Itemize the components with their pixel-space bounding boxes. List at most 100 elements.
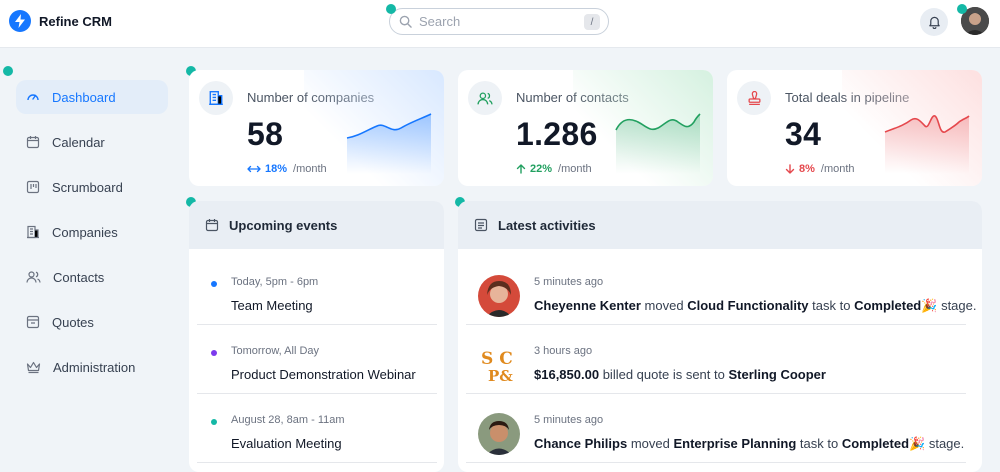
company-logo: S C P& — [478, 344, 520, 386]
stat-card-companies: Number of companies 58 18% /month — [189, 70, 444, 186]
activity-target: Completed — [854, 298, 922, 313]
panel-header: Latest activities — [458, 201, 982, 249]
svg-text:P&: P& — [488, 367, 513, 385]
scrumboard-icon — [26, 180, 40, 194]
sidebar-nav: Dashboard Calendar Scrumboard Companies … — [16, 80, 168, 395]
activity-verb: moved — [644, 298, 684, 313]
activity-verb: moved — [630, 436, 670, 451]
sidebar-item-contacts[interactable]: Contacts — [16, 260, 168, 294]
activity-tail: stage. — [928, 436, 965, 451]
building-icon — [27, 225, 39, 239]
activity-time: 5 minutes ago — [534, 414, 604, 426]
lightning-logo-icon — [9, 10, 31, 32]
event-title: Evaluation Meeting — [231, 436, 342, 451]
sidebar-item-label: Scrumboard — [52, 179, 123, 195]
event-color-dot — [211, 350, 217, 356]
crown-icon — [26, 361, 41, 374]
svg-text:S C: S C — [481, 349, 513, 369]
stamp-icon — [737, 81, 771, 115]
search-box[interactable]: / — [389, 8, 609, 35]
trend-percent: 22% — [530, 163, 553, 175]
event-title: Product Demonstration Webinar — [231, 367, 416, 382]
event-color-dot — [211, 281, 217, 287]
brand[interactable]: Refine CRM — [9, 10, 112, 32]
building-icon — [199, 81, 233, 115]
activity-amount: $16,850.00 — [534, 367, 600, 382]
panel-title: Upcoming events — [229, 217, 338, 233]
party-icon: 🎉 — [921, 298, 938, 313]
trend-percent: 18% — [265, 163, 288, 175]
sidebar-item-label: Dashboard — [52, 89, 116, 105]
activity-time: 3 hours ago — [534, 345, 593, 357]
event-time: August 28, 8am - 11am — [231, 414, 345, 426]
search-icon — [399, 15, 412, 28]
sidebar-item-label: Companies — [52, 224, 118, 240]
event-item[interactable]: August 28, 8am - 11am Evaluation Meeting — [197, 394, 437, 463]
notifications-button[interactable] — [920, 8, 948, 36]
trend-percent: 8% — [799, 163, 815, 175]
activity-mid: task to — [812, 298, 851, 313]
sidebar-item-calendar[interactable]: Calendar — [16, 125, 168, 159]
marker-dot — [3, 66, 13, 76]
event-time: Tomorrow, All Day — [231, 345, 320, 357]
stat-value: 58 — [247, 116, 284, 152]
panel-title: Latest activities — [498, 217, 596, 233]
users-icon — [26, 271, 41, 283]
activity-text: $16,850.00 billed quote is sent to Sterl… — [534, 367, 826, 382]
search-input[interactable] — [419, 14, 579, 29]
panel-header: Upcoming events — [189, 201, 444, 249]
app-name: Refine CRM — [39, 13, 112, 29]
activity-text: Chance Philips moved Enterprise Planning… — [534, 436, 964, 452]
event-title: Team Meeting — [231, 298, 313, 313]
sidebar-item-label: Calendar — [52, 134, 105, 150]
activity-verb: billed quote is sent to — [602, 367, 725, 382]
list-icon — [474, 218, 488, 232]
activity-object: Sterling Cooper — [728, 367, 826, 382]
sidebar-item-label: Contacts — [53, 269, 105, 285]
stat-card-deals: Total deals in pipeline 34 8% /month — [727, 70, 982, 186]
activity-actor: Cheyenne Kenter — [534, 298, 641, 313]
activity-object: Enterprise Planning — [673, 436, 797, 451]
activity-object: Cloud Functionality — [687, 298, 809, 313]
calendar-icon — [205, 219, 219, 232]
event-time: Today, 5pm - 6pm — [231, 276, 319, 288]
sidebar-item-quotes[interactable]: Quotes — [16, 305, 168, 339]
activity-text: Cheyenne Kenter moved Cloud Functionalit… — [534, 298, 976, 314]
marker-dot — [957, 4, 967, 14]
avatar — [478, 413, 520, 455]
container-icon — [26, 315, 40, 329]
event-item[interactable]: Tomorrow, All Day Product Demonstration … — [197, 325, 437, 394]
dashboard-icon — [27, 94, 39, 101]
activity-tail: stage. — [941, 298, 977, 313]
latest-activities-panel: Latest activities 5 minutes ago Cheyenne… — [458, 201, 982, 472]
marker-dot — [386, 4, 396, 14]
sidebar-item-companies[interactable]: Companies — [16, 215, 168, 249]
activity-mid: task to — [799, 436, 839, 451]
bell-icon — [928, 16, 940, 29]
activity-item[interactable]: S C P& 3 hours ago $16,850.00 billed quot… — [466, 325, 966, 394]
arrow-up-icon — [516, 164, 526, 174]
sidebar-item-dashboard[interactable]: Dashboard — [16, 80, 168, 114]
calendar-icon — [26, 136, 40, 149]
party-icon: 🎉 — [909, 436, 926, 451]
top-header: Refine CRM / — [0, 0, 1000, 48]
sidebar-item-administration[interactable]: Administration — [16, 350, 168, 384]
sparkline-chart — [884, 115, 970, 174]
search-shortcut-badge: / — [584, 14, 600, 30]
sidebar-item-label: Administration — [53, 359, 136, 375]
arrows-horizontal-icon — [247, 165, 261, 173]
sidebar-item-label: Quotes — [52, 314, 94, 330]
stat-value: 34 — [785, 116, 822, 152]
upcoming-events-panel: Upcoming events Today, 5pm - 6pm Team Me… — [189, 201, 444, 472]
sparkline-chart — [615, 113, 701, 174]
sidebar-item-scrumboard[interactable]: Scrumboard — [16, 170, 168, 204]
avatar — [478, 275, 520, 317]
arrow-down-icon — [785, 164, 795, 174]
stat-card-contacts: Number of contacts 1.286 22% /month — [458, 70, 713, 186]
activity-target: Completed — [841, 436, 910, 451]
activity-actor: Chance Philips — [534, 436, 628, 451]
activity-item[interactable]: 5 minutes ago Chance Philips moved Enter… — [466, 394, 966, 463]
activity-item[interactable]: 5 minutes ago Cheyenne Kenter moved Clou… — [466, 256, 976, 325]
event-item[interactable]: Today, 5pm - 6pm Team Meeting — [197, 256, 437, 325]
activity-time: 5 minutes ago — [534, 276, 604, 288]
